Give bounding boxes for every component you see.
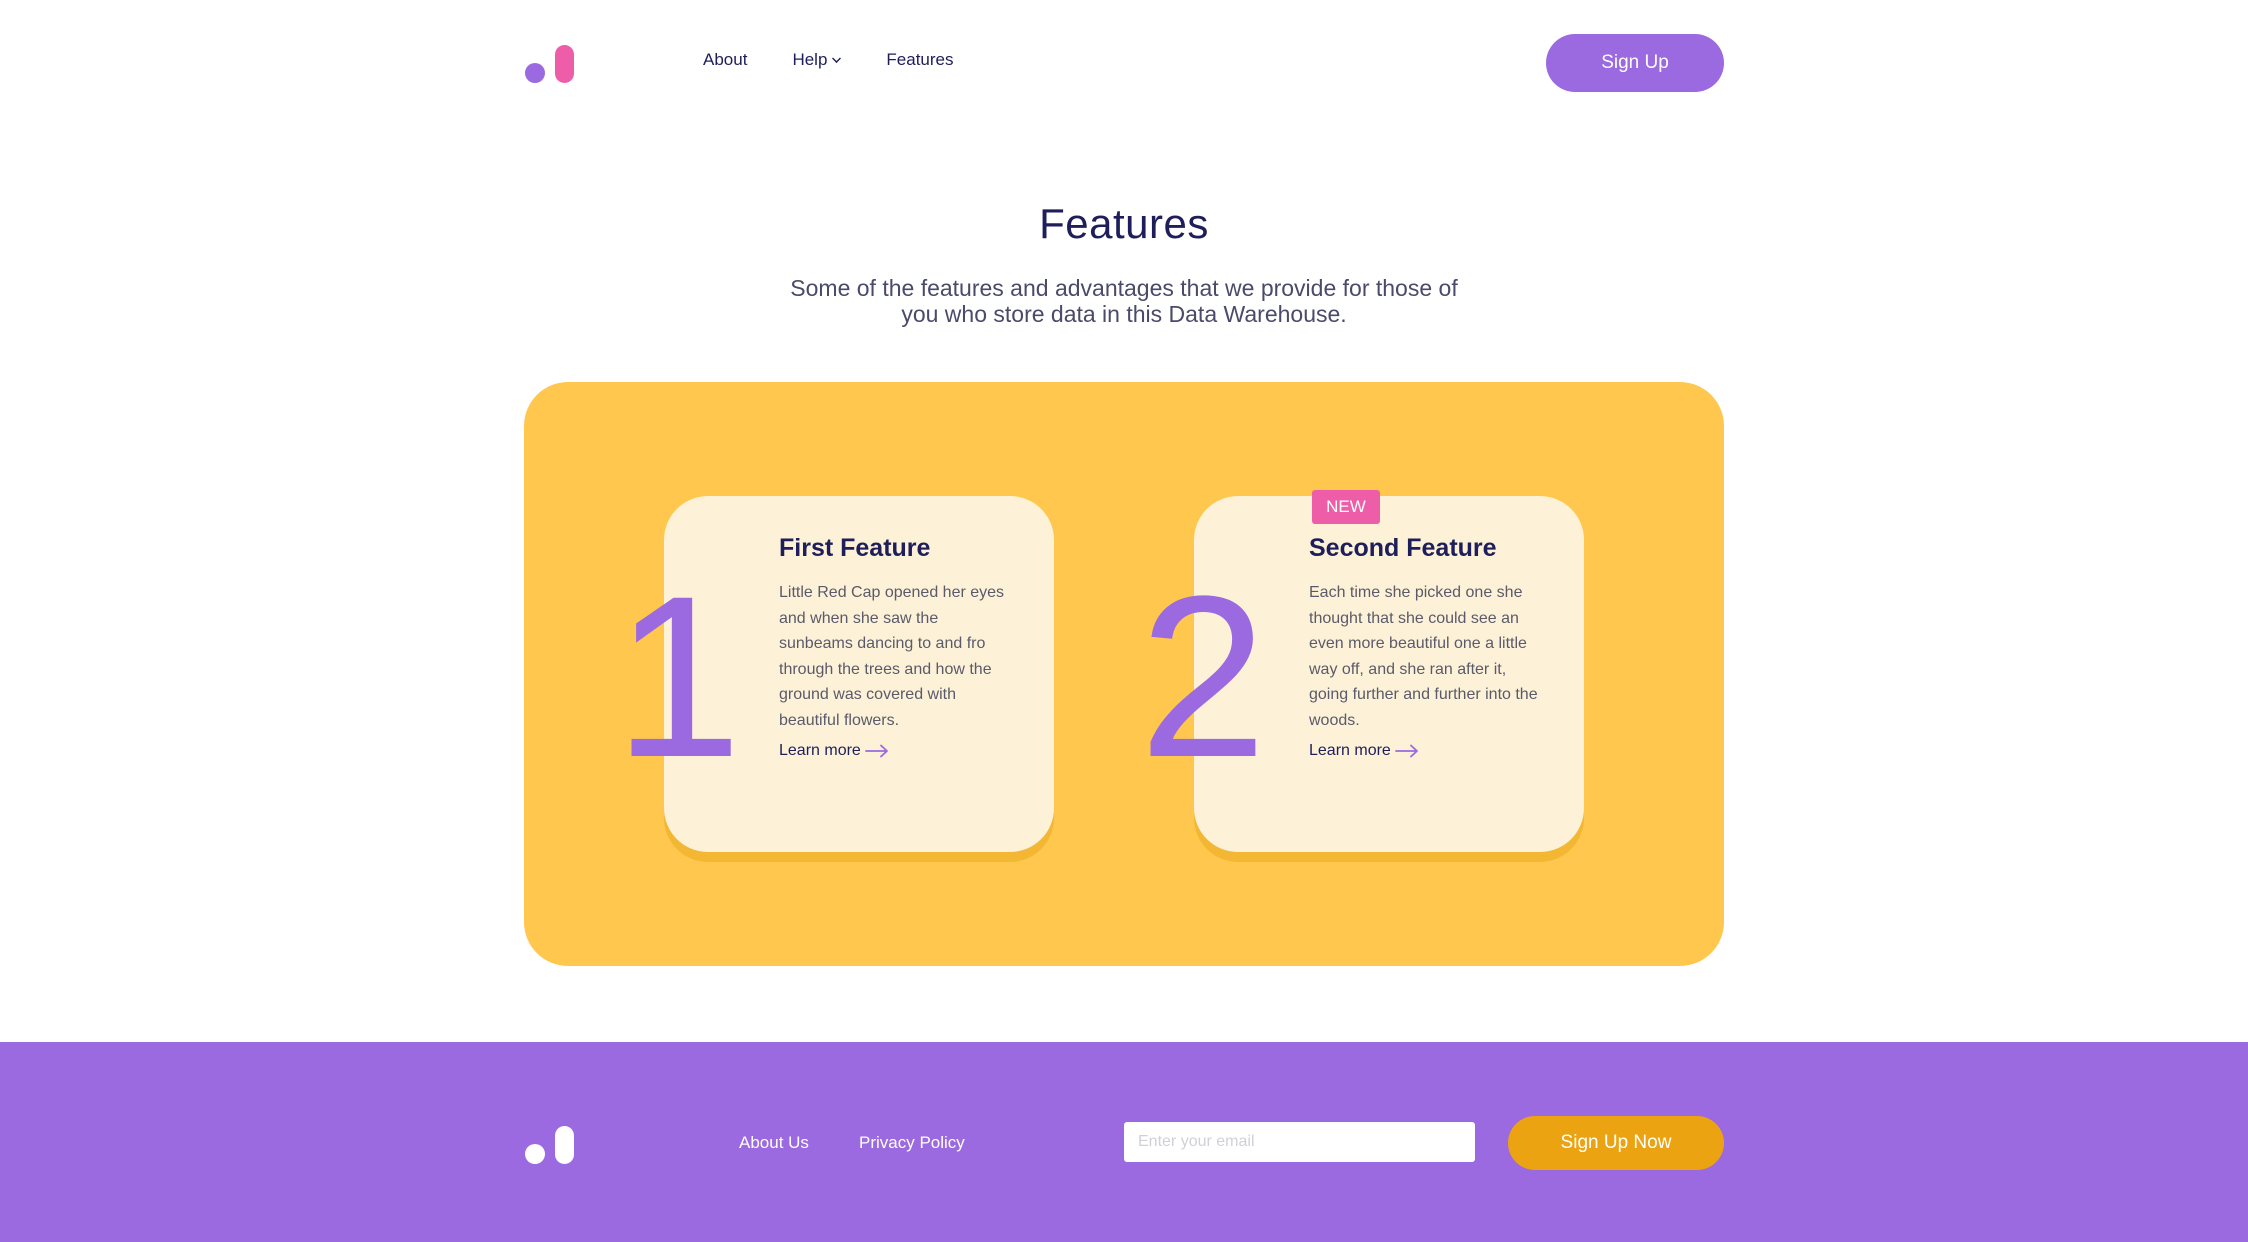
logo-bar [555, 1126, 574, 1164]
nav-item-help[interactable]: Help [792, 50, 842, 70]
learn-more-label: Learn more [1309, 742, 1391, 759]
learn-more-link[interactable]: Learn more [779, 742, 889, 760]
main-nav: About Help Features [703, 50, 954, 70]
arrow-right-icon [864, 744, 888, 758]
logo-dot [525, 63, 545, 83]
feature-description: Little Red Cap opened her eyes and when … [779, 584, 1005, 729]
email-input[interactable] [1124, 1122, 1475, 1162]
feature-number: 2 [1139, 548, 1267, 805]
nav-item-features[interactable]: Features [886, 50, 953, 70]
features-panel: First Feature Little Red Cap opened her … [524, 382, 1724, 966]
feature-title: First Feature [779, 534, 931, 562]
site-footer: About Us Privacy Policy Sign Up Now [0, 1042, 2248, 1242]
nav-item-label: Help [792, 50, 828, 69]
footer-link-privacy-policy[interactable]: Privacy Policy [859, 1133, 965, 1153]
logo-dot [525, 1144, 545, 1164]
page-title: Features [1039, 200, 1209, 247]
feature-number: 1 [614, 548, 742, 805]
learn-more-label: Learn more [779, 742, 861, 759]
nav-item-about[interactable]: About [703, 50, 747, 70]
footer-link-about-us[interactable]: About Us [739, 1133, 809, 1153]
nav-item-label: About [703, 50, 748, 69]
logo-icon[interactable] [525, 43, 577, 83]
new-badge: NEW [1312, 490, 1380, 524]
signup-now-button[interactable]: Sign Up Now [1508, 1116, 1724, 1170]
arrow-right-icon [1394, 744, 1418, 758]
chevron-down-icon [832, 54, 842, 63]
page-subtitle: Some of the features and advantages that… [790, 275, 1458, 327]
site-header: About Help Features Sign Up [0, 0, 2248, 126]
logo-icon[interactable] [525, 1124, 577, 1164]
nav-item-label: Features [886, 50, 954, 69]
logo-bar [555, 45, 574, 83]
feature-description: Each time she picked one she thought tha… [1309, 584, 1538, 729]
signup-button[interactable]: Sign Up [1546, 34, 1724, 92]
learn-more-link[interactable]: Learn more [1309, 742, 1419, 760]
feature-title: Second Feature [1309, 534, 1497, 562]
